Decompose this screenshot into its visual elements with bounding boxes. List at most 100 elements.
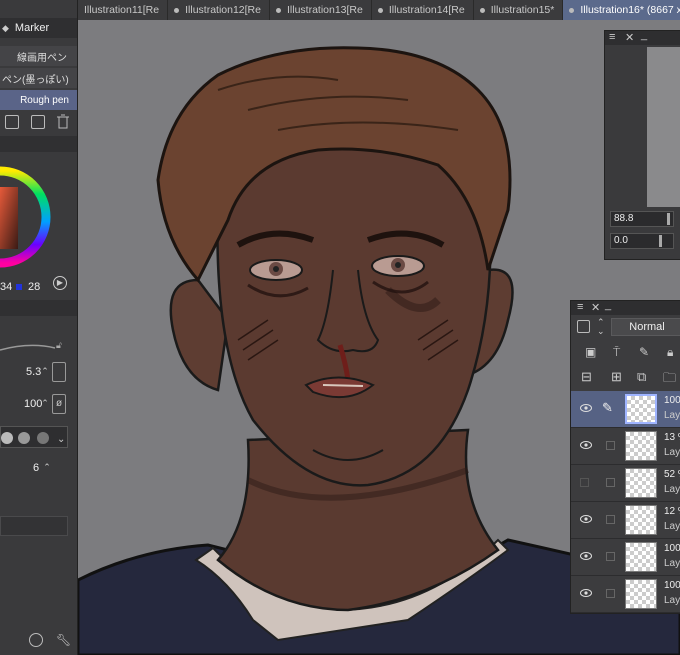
layer-name: Lay bbox=[664, 447, 680, 458]
layer-row[interactable]: 100 Lay bbox=[571, 539, 680, 576]
layer-row[interactable]: ✎ 100 Lay bbox=[571, 391, 680, 428]
layer-name: Lay bbox=[664, 521, 680, 532]
tab-close-icon[interactable] bbox=[569, 7, 575, 13]
layer-thumbnail bbox=[625, 542, 657, 572]
trash-icon[interactable] bbox=[57, 114, 69, 129]
slider-bar[interactable] bbox=[0, 516, 68, 536]
rotation-slider-thumb[interactable] bbox=[659, 235, 662, 247]
eye-icon[interactable] bbox=[580, 515, 592, 523]
chevron-right-icon[interactable]: ◆ bbox=[2, 23, 9, 34]
lock-icon[interactable]: 🔒︎ bbox=[667, 345, 673, 360]
layer-opacity: 13 % bbox=[664, 432, 680, 443]
pen-lock-icon[interactable]: ✎ bbox=[639, 345, 649, 359]
layer-name: Lay bbox=[664, 595, 680, 606]
color-wheel[interactable] bbox=[0, 152, 77, 297]
tab-label: Illustration13[Re bbox=[286, 4, 363, 16]
hamburger-icon[interactable]: ≡ bbox=[577, 301, 583, 313]
document-tab[interactable]: Illustration13[Re bbox=[270, 0, 372, 20]
layer-opacity: 52 % bbox=[664, 469, 680, 480]
tab-close-icon[interactable] bbox=[479, 7, 485, 13]
tab-label: Illustration14[Re bbox=[388, 4, 465, 16]
reference-layer-icon[interactable]: ▣ bbox=[585, 345, 596, 359]
layer-split-icon[interactable]: ⊟ bbox=[581, 369, 592, 385]
navigator-panel: ≡ ✕ _ 88.8 0.0 bbox=[604, 29, 680, 260]
tab-label: Illustration16* (8667 x 8667px 350dpi 8 bbox=[580, 4, 680, 16]
minimize-icon[interactable]: _ bbox=[605, 301, 611, 311]
layer-list: ✎ 100 Lay 13 % Lay 52 % Lay 12 % Lay 100 Lay 100 Lay bbox=[571, 391, 680, 613]
layer-row[interactable]: 12 % Lay bbox=[571, 502, 680, 539]
subtool-item-1[interactable]: 線画用ペン bbox=[0, 46, 77, 66]
layer-row[interactable]: 13 % Lay bbox=[571, 428, 680, 465]
eye-icon[interactable] bbox=[580, 552, 592, 560]
document-tab[interactable]: Illustration11[Re bbox=[78, 0, 169, 20]
lighthouse-icon[interactable]: ⍑ bbox=[613, 345, 620, 360]
duplicate-icon[interactable] bbox=[31, 115, 45, 129]
layer-select-checkbox[interactable] bbox=[606, 589, 615, 598]
navigator-preview[interactable] bbox=[647, 47, 680, 207]
tab-close-icon[interactable] bbox=[174, 7, 180, 13]
close-icon[interactable]: ✕ bbox=[591, 301, 600, 314]
stroke-preview bbox=[0, 330, 77, 360]
blend-mode-select[interactable]: Normal bbox=[611, 318, 680, 336]
layer-select-checkbox[interactable] bbox=[606, 552, 615, 561]
play-icon[interactable]: ▶ bbox=[53, 276, 67, 290]
layer-thumbnail bbox=[625, 579, 657, 609]
layer-thumbnail bbox=[625, 468, 657, 498]
rotation-field[interactable]: 0.0 bbox=[610, 233, 674, 249]
subtool-item-2[interactable]: ペン(墨っぽい) bbox=[0, 68, 77, 88]
new-layer-icon[interactable]: ⊞ bbox=[611, 369, 622, 385]
document-tab[interactable]: Illustration14[Re bbox=[372, 0, 474, 20]
stabilization-spinner[interactable]: ⌃ bbox=[41, 459, 53, 477]
layer-opacity: 12 % bbox=[664, 506, 680, 517]
layer-opacity: 100 bbox=[664, 580, 680, 591]
brush-size-spinner[interactable]: ⌃ bbox=[39, 363, 51, 381]
document-tab[interactable]: Illustration15* bbox=[474, 0, 564, 20]
subtool-item-3[interactable]: Rough pen bbox=[0, 90, 77, 110]
zoom-value: 88.8 bbox=[614, 213, 634, 224]
document-tab[interactable]: Illustration12[Re bbox=[168, 0, 270, 20]
wrench-icon[interactable]: 🔧︎ bbox=[56, 633, 71, 647]
tool-name: Marker bbox=[14, 22, 50, 34]
layer-select-checkbox[interactable] bbox=[606, 515, 615, 524]
layer-name: Lay bbox=[664, 410, 680, 421]
tab-close-icon[interactable] bbox=[275, 7, 281, 13]
mask-toggle-icon[interactable] bbox=[577, 320, 590, 333]
hamburger-icon[interactable]: ≡ bbox=[609, 31, 615, 43]
stabilization-value[interactable]: 6 bbox=[33, 462, 39, 474]
clock-icon[interactable] bbox=[29, 633, 43, 647]
opacity-spinner[interactable]: ⌃ bbox=[39, 395, 51, 413]
document-tab[interactable]: Illustration16* (8667 x 8667px 350dpi 8 bbox=[563, 0, 680, 20]
layer-row[interactable]: 100 Lay bbox=[571, 576, 680, 613]
blend-mode-spinner[interactable]: ⌃ ⌄ bbox=[597, 318, 605, 336]
opacity-toggle-icon[interactable]: ø bbox=[52, 394, 66, 414]
eye-icon[interactable] bbox=[580, 404, 592, 412]
visibility-toggle[interactable] bbox=[580, 478, 589, 487]
eye-icon[interactable] bbox=[580, 589, 592, 597]
tool-property-panel: ◆ Marker 線画用ペン ペン(墨っぽい) Rough pen 34 28 … bbox=[0, 0, 78, 655]
tool-header: ◆ Marker bbox=[0, 18, 77, 38]
minimize-icon[interactable]: _ bbox=[641, 29, 647, 41]
eye-icon[interactable] bbox=[580, 441, 592, 449]
layer-opacity: 100 bbox=[664, 543, 680, 554]
zoom-field[interactable]: 88.8 bbox=[610, 211, 674, 227]
new-mask-icon[interactable]: ⧉ bbox=[637, 369, 646, 385]
pen-icon: ✎ bbox=[602, 400, 613, 415]
tab-close-icon[interactable] bbox=[377, 7, 383, 13]
blue-channel-swatch bbox=[16, 284, 22, 290]
lock-icon[interactable]: 🔓︎ bbox=[56, 340, 62, 351]
color-value-g: 34 bbox=[0, 281, 13, 293]
tab-label: Illustration15* bbox=[490, 4, 555, 16]
layer-select-checkbox[interactable] bbox=[606, 441, 615, 450]
layer-select-checkbox[interactable] bbox=[606, 478, 615, 487]
folder-icon[interactable]: 🗀︎ bbox=[663, 369, 676, 391]
blend-mode-label: Normal bbox=[629, 321, 665, 333]
close-icon[interactable]: ✕ bbox=[625, 31, 634, 44]
layer-row[interactable]: 52 % Lay bbox=[571, 465, 680, 502]
zoom-slider-thumb[interactable] bbox=[667, 213, 670, 225]
document-tab-bar: Illustration11[Re Illustration12[Re Illust… bbox=[78, 0, 680, 20]
brush-tip-selector[interactable]: ⌄ bbox=[0, 426, 68, 448]
pressure-toggle-icon[interactable] bbox=[52, 362, 66, 382]
import-icon[interactable] bbox=[5, 115, 19, 129]
svg-text:⌄: ⌄ bbox=[57, 434, 65, 445]
layer-name: Lay bbox=[664, 558, 680, 569]
